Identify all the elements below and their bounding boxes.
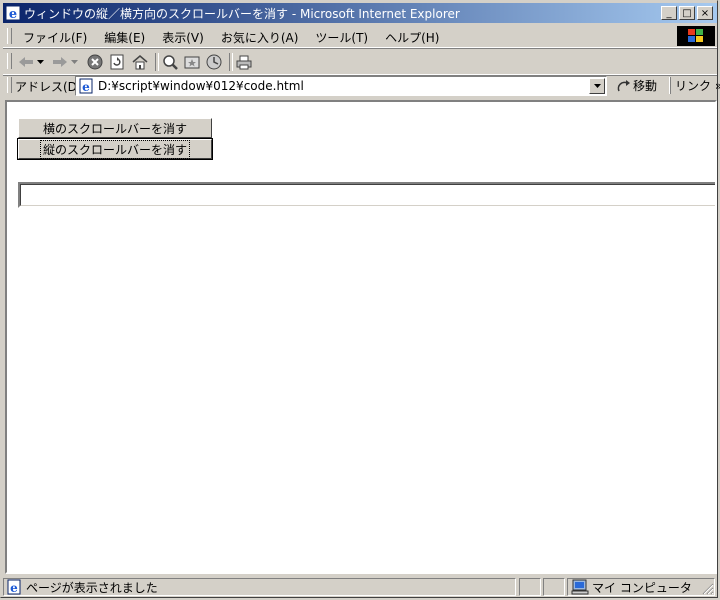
zone-label: マイ コンピュータ — [592, 580, 692, 595]
back-icon[interactable] — [17, 53, 35, 71]
back-dropdown-icon[interactable] — [35, 53, 45, 71]
status-bar: e ページが表示されました マイ コンピュータ — [3, 577, 717, 597]
close-button[interactable]: × — [697, 6, 713, 20]
hide-vertical-scrollbar-button[interactable]: 縦のスクロールバーを消す — [17, 138, 213, 160]
page-content: 横のスクロールバーを消す 縦のスクロールバーを消す — [5, 100, 717, 574]
links-toolbar[interactable]: リンク » — [670, 77, 720, 94]
toolbar-separator — [229, 53, 233, 71]
menu-edit[interactable]: 編集(E) — [104, 29, 145, 46]
address-label: アドレス(D) — [15, 80, 82, 94]
maximize-icon: □ — [682, 7, 692, 19]
go-arrow-icon — [617, 79, 630, 91]
go-button[interactable]: 移動 — [617, 77, 657, 94]
caption-buttons: _ □ × — [661, 6, 713, 20]
windows-logo-icon — [677, 26, 715, 46]
favorites-icon[interactable] — [183, 53, 201, 71]
menu-bar: ファイル(F) 編集(E) 表示(V) お気に入り(A) ツール(T) ヘルプ(… — [3, 25, 717, 48]
search-icon[interactable] — [161, 53, 179, 71]
browser-window: e ウィンドウの縦／横方向のスクロールバーを消す - Microsoft Int… — [0, 0, 720, 598]
security-zone: マイ コンピュータ — [567, 578, 715, 596]
menu-help[interactable]: ヘルプ(H) — [385, 29, 439, 46]
menu-favorites[interactable]: お気に入り(A) — [221, 29, 299, 46]
status-text: ページが表示されました — [26, 580, 158, 595]
window-title: ウィンドウの縦／横方向のスクロールバーを消す - Microsoft Inter… — [24, 6, 460, 21]
address-grip[interactable] — [7, 77, 12, 93]
close-icon: × — [700, 7, 710, 19]
standard-toolbar — [3, 50, 717, 75]
address-dropdown-button[interactable] — [589, 78, 605, 94]
my-computer-icon — [571, 579, 589, 595]
page-done-icon: e — [7, 579, 21, 595]
status-text-area: e ページが表示されました — [3, 578, 516, 596]
refresh-icon[interactable] — [108, 53, 126, 71]
svg-text:e: e — [82, 80, 90, 94]
toolbar-grip[interactable] — [7, 53, 12, 69]
button-label: 横のスクロールバーを消す — [42, 121, 187, 136]
ie-icon: e — [5, 5, 21, 21]
home-icon[interactable] — [131, 53, 149, 71]
forward-dropdown-icon[interactable] — [69, 53, 79, 71]
button-label: 縦のスクロールバーを消す — [39, 139, 191, 159]
minimize-icon: _ — [666, 7, 672, 19]
status-cell — [543, 578, 565, 596]
maximize-button[interactable]: □ — [679, 6, 695, 20]
print-icon[interactable] — [235, 53, 253, 71]
minimize-button[interactable]: _ — [661, 6, 677, 20]
chevron-down-icon — [593, 84, 601, 88]
svg-text:e: e — [9, 7, 17, 21]
links-label: リンク » — [675, 79, 720, 93]
stop-icon[interactable] — [86, 53, 104, 71]
resize-grip-icon[interactable] — [702, 583, 714, 595]
page-icon: e — [79, 78, 93, 94]
go-label: 移動 — [633, 79, 658, 93]
svg-text:e: e — [10, 581, 18, 595]
hide-horizontal-scrollbar-button[interactable]: 横のスクロールバーを消す — [18, 118, 212, 138]
menu-file[interactable]: ファイル(F) — [23, 29, 87, 46]
title-bar[interactable]: e ウィンドウの縦／横方向のスクロールバーを消す - Microsoft Int… — [3, 3, 717, 23]
forward-icon[interactable] — [51, 53, 69, 71]
toolbar-separator — [155, 53, 159, 71]
address-url: D:¥script¥window¥012¥code.html — [98, 79, 304, 93]
menu-tools[interactable]: ツール(T) — [315, 29, 368, 46]
menu-view[interactable]: 表示(V) — [162, 29, 204, 46]
menu-grip[interactable] — [7, 28, 12, 44]
text-field[interactable] — [18, 182, 715, 208]
history-icon[interactable] — [205, 53, 223, 71]
status-cell — [519, 578, 541, 596]
address-input[interactable]: e D:¥script¥window¥012¥code.html — [75, 76, 607, 96]
address-bar: アドレス(D) e D:¥script¥window¥012¥code.html… — [3, 75, 720, 97]
